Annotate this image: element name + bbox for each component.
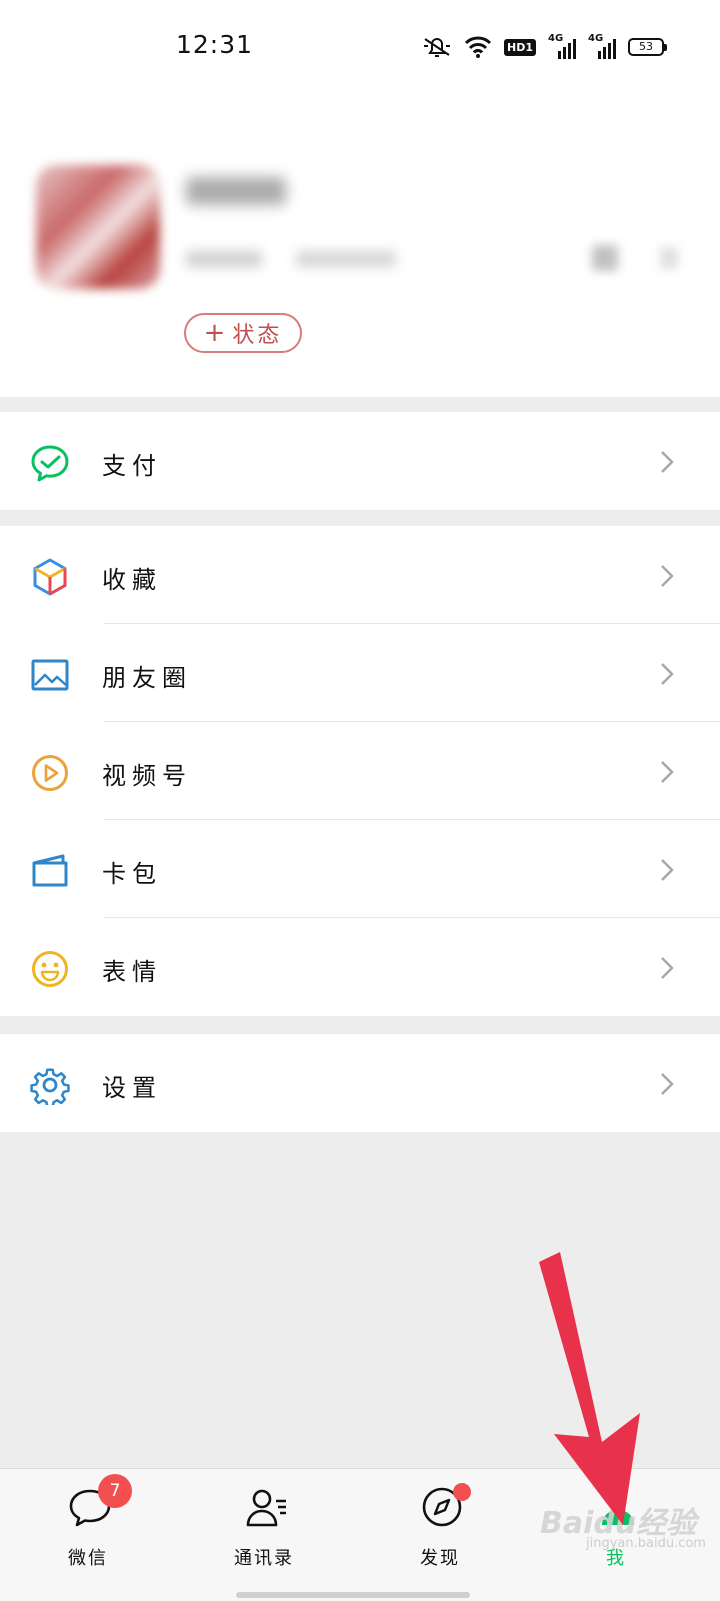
- menu-item-cards[interactable]: 卡包: [0, 820, 720, 918]
- tab-label: 通讯录: [234, 1548, 294, 1569]
- menu-group-settings: 设置: [0, 1034, 720, 1132]
- wifi-icon: [464, 36, 492, 58]
- tab-label: 发现: [420, 1548, 460, 1569]
- unread-badge: 7: [98, 1474, 132, 1508]
- tab-discover[interactable]: 发现: [380, 1481, 500, 1591]
- plus-icon: +: [203, 318, 229, 348]
- nickname-blurred: [186, 177, 286, 205]
- watermark-url: jingyan.baidu.com: [586, 1536, 706, 1551]
- menu-item-label: 设置: [102, 1074, 162, 1102]
- menu-item-moments[interactable]: 朋友圈: [0, 624, 720, 722]
- contacts-icon: [246, 1489, 286, 1527]
- chevron-right-icon: [661, 663, 674, 685]
- gear-icon: [30, 1068, 70, 1105]
- status-time: 12:31: [176, 30, 254, 59]
- signal-4g-icon-2: 4G: [588, 33, 616, 59]
- menu-item-channels[interactable]: 视频号: [0, 722, 720, 820]
- add-status-button[interactable]: + 状态: [184, 313, 302, 353]
- menu-item-label: 卡包: [102, 860, 162, 888]
- signal-4g-icon: 4G: [548, 33, 576, 59]
- profile-header[interactable]: + 状态: [0, 95, 720, 397]
- menu-item-label: 收藏: [102, 566, 162, 594]
- chevron-right-icon: [660, 247, 678, 269]
- tab-label: 微信: [68, 1548, 108, 1569]
- menu-item-label: 支付: [102, 452, 162, 480]
- pay-icon: [31, 445, 69, 482]
- wechat-id-blurred: [186, 251, 262, 267]
- menu-group-main: 收藏 朋友圈 视频号 卡包 表情: [0, 526, 720, 1016]
- avatar[interactable]: [36, 165, 160, 289]
- menu-group-pay: 支付: [0, 412, 720, 510]
- wechat-id-blurred-2: [296, 251, 396, 267]
- status-bar: 12:31 HD1 4G 4G 53: [0, 0, 720, 95]
- chevron-right-icon: [661, 859, 674, 881]
- status-icons: HD1 4G 4G 53: [422, 32, 667, 62]
- tab-contacts[interactable]: 通讯录: [204, 1481, 324, 1591]
- menu-item-label: 朋友圈: [102, 664, 192, 692]
- moments-photo-icon: [31, 659, 69, 691]
- discover-red-dot: [453, 1483, 471, 1501]
- qr-code-icon[interactable]: [592, 245, 618, 271]
- smiley-icon: [32, 951, 68, 987]
- menu-item-label: 表情: [102, 958, 162, 986]
- chevron-right-icon: [661, 761, 674, 783]
- menu-item-settings[interactable]: 设置: [0, 1034, 720, 1132]
- chevron-right-icon: [661, 957, 674, 979]
- status-label: 状态: [232, 323, 283, 348]
- home-indicator[interactable]: [236, 1592, 470, 1598]
- favorites-cube-icon: [33, 558, 67, 596]
- chevron-right-icon: [661, 451, 674, 473]
- menu-item-favorites[interactable]: 收藏: [0, 526, 720, 624]
- menu-item-label: 视频号: [102, 762, 192, 790]
- chevron-right-icon: [661, 565, 674, 587]
- battery-icon: 53: [628, 38, 667, 56]
- menu-item-stickers[interactable]: 表情: [0, 918, 720, 1016]
- chevron-right-icon: [661, 1073, 674, 1095]
- channels-play-icon: [32, 755, 68, 791]
- mute-bell-icon: [424, 38, 450, 57]
- menu-item-pay[interactable]: 支付: [0, 412, 720, 510]
- card-wallet-icon: [32, 854, 68, 887]
- hd-voice-icon: HD1: [504, 38, 536, 56]
